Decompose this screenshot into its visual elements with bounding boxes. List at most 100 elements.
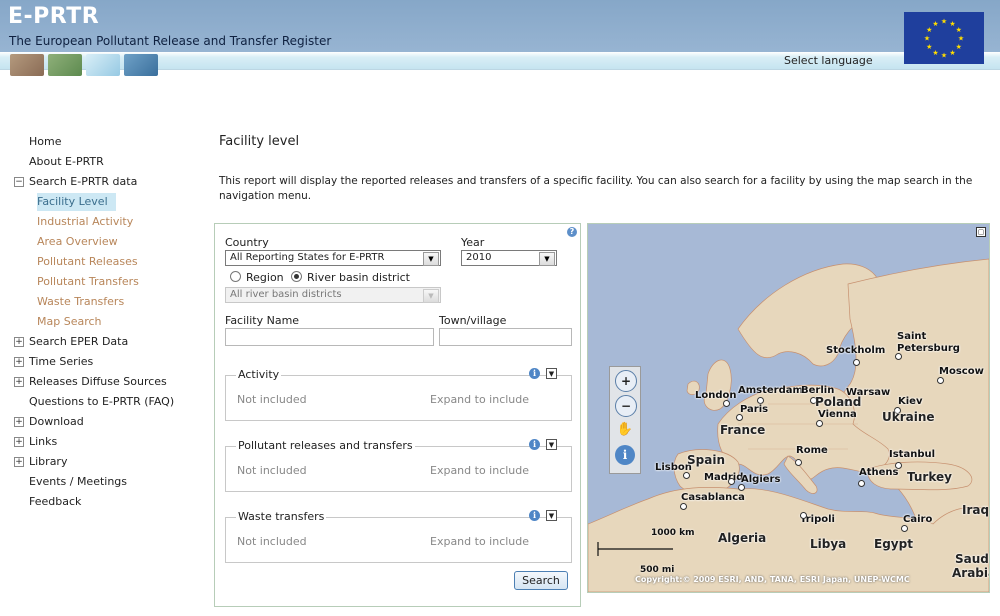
year-select[interactable]: 2010 ▼ — [461, 250, 557, 266]
river-basin-radio[interactable] — [291, 271, 302, 282]
zoom-out-icon[interactable]: − — [615, 395, 637, 417]
region-label: Region — [246, 271, 284, 284]
city-label: Paris — [740, 404, 769, 415]
info-icon[interactable]: i — [529, 510, 540, 521]
nav-about[interactable]: About E-PRTR — [14, 152, 174, 172]
river-basin-select[interactable]: All river basin districts ▼ — [225, 287, 441, 303]
info-icon[interactable]: i — [529, 368, 540, 379]
chevron-down-icon: ▼ — [539, 252, 555, 266]
air-tile-icon — [86, 54, 120, 76]
nav-label: Events / Meetings — [29, 475, 128, 488]
city-dot — [937, 377, 944, 384]
chevron-down-icon: ▼ — [423, 289, 439, 303]
nav-faq[interactable]: Questions to E-PRTR (FAQ) — [14, 392, 174, 412]
eu-star-icon: ★ — [958, 35, 964, 43]
collapse-icon[interactable]: − — [14, 177, 24, 187]
page-title: Facility level — [219, 134, 300, 149]
expand-icon[interactable]: + — [14, 337, 24, 347]
nav-sub-pollutant-releases[interactable]: Pollutant Releases — [14, 252, 174, 272]
country-label: Ukraine — [882, 410, 935, 424]
info-icon[interactable]: i — [529, 439, 540, 450]
expand-down-icon[interactable]: ▼ — [546, 368, 557, 379]
app-title[interactable]: E-PRTR — [8, 4, 99, 29]
town-input[interactable] — [439, 328, 572, 346]
expand-down-icon[interactable]: ▼ — [546, 439, 557, 450]
expand-icon[interactable]: + — [14, 457, 24, 467]
eu-star-icon: ★ — [941, 18, 947, 26]
country-label: Egypt — [874, 537, 913, 551]
eu-star-icon: ★ — [932, 49, 938, 57]
nav-feedback[interactable]: Feedback — [14, 492, 174, 512]
nav-search-eprtr-data[interactable]: − Search E-PRTR data — [14, 172, 174, 192]
nav-sub-facility-level[interactable]: Facility Level — [14, 192, 174, 212]
country-label: Arabia — [952, 566, 989, 580]
map-panel[interactable]: ▢ + − ✋ i Stockholm Saint Petersburg Mos… — [587, 223, 990, 593]
vegetation-tile-icon — [48, 54, 82, 76]
land-tile-icon — [10, 54, 44, 76]
nav-time-series[interactable]: + Time Series — [14, 352, 174, 372]
eu-star-icon: ★ — [949, 49, 955, 57]
search-form-panel: ? Country All Reporting States for E-PRT… — [214, 223, 581, 607]
nav-about-label: About E-PRTR — [29, 155, 104, 168]
region-radio[interactable] — [230, 271, 241, 282]
eu-star-icon: ★ — [956, 43, 962, 51]
eu-star-icon: ★ — [926, 43, 932, 51]
expand-icon[interactable]: + — [14, 357, 24, 367]
expand-down-icon[interactable]: ▼ — [546, 510, 557, 521]
nav-sub-waste-transfers[interactable]: Waste Transfers — [14, 292, 174, 312]
facility-name-input[interactable] — [225, 328, 434, 346]
pollutant-title: Pollutant releases and transfers — [236, 439, 415, 452]
nav-download[interactable]: + Download — [14, 412, 174, 432]
eu-star-icon: ★ — [932, 20, 938, 28]
nav-sub-industrial-activity[interactable]: Industrial Activity — [14, 212, 174, 232]
country-label: Algeria — [718, 531, 767, 545]
nav-events[interactable]: Events / Meetings — [14, 472, 174, 492]
nav-home[interactable]: Home — [14, 132, 174, 152]
pollutant-expand-link[interactable]: Expand to include — [430, 464, 529, 477]
europe-map[interactable] — [588, 224, 989, 592]
waste-expand-link[interactable]: Expand to include — [430, 535, 529, 548]
city-dot — [683, 472, 690, 479]
city-label: Istanbul — [889, 449, 936, 460]
nav-links[interactable]: + Links — [14, 432, 174, 452]
select-language-link[interactable]: Select language — [784, 54, 873, 67]
activity-expand-link[interactable]: Expand to include — [430, 393, 529, 406]
expand-icon[interactable]: + — [14, 437, 24, 447]
nav-sub-map-search[interactable]: Map Search — [14, 312, 174, 332]
city-dot — [895, 353, 902, 360]
eu-star-icon: ★ — [941, 52, 947, 60]
expand-icon[interactable]: + — [14, 417, 24, 427]
country-select[interactable]: All Reporting States for E-PRTR ▼ — [225, 250, 441, 266]
chevron-down-icon: ▼ — [423, 252, 439, 266]
city-label: Cairo — [903, 514, 933, 525]
city-label: Casablanca — [681, 492, 745, 503]
nav-library[interactable]: + Library — [14, 452, 174, 472]
scale-mi-label: 500 mi — [640, 565, 675, 575]
city-label: Saint — [897, 331, 927, 342]
nav-sub-label: Waste Transfers — [37, 295, 125, 308]
nav-sub-area-overview[interactable]: Area Overview — [14, 232, 174, 252]
nav-label: Questions to E-PRTR (FAQ) — [29, 395, 175, 408]
pan-hand-icon[interactable]: ✋ — [615, 420, 635, 440]
nav-label: Feedback — [29, 495, 82, 508]
waste-title: Waste transfers — [236, 510, 327, 523]
country-label: Iraq — [962, 503, 990, 517]
nav-sub-label: Pollutant Transfers — [37, 275, 139, 288]
nav-sub-pollutant-transfers[interactable]: Pollutant Transfers — [14, 272, 174, 292]
nav-diffuse-sources[interactable]: + Releases Diffuse Sources — [14, 372, 174, 392]
expand-icon[interactable]: + — [14, 377, 24, 387]
nav-sub-label: Map Search — [37, 315, 102, 328]
country-label: Spain — [687, 453, 725, 467]
nav-search-eper[interactable]: + Search EPER Data — [14, 332, 174, 352]
help-icon[interactable]: ? — [567, 227, 577, 237]
nav-sub-label: Area Overview — [37, 235, 118, 248]
nav-label: Download — [29, 415, 84, 428]
search-button[interactable]: Search — [514, 571, 568, 590]
year-select-value: 2010 — [466, 252, 492, 263]
maximize-icon[interactable]: ▢ — [976, 227, 986, 237]
city-label: Rome — [796, 445, 828, 456]
map-controls: + − ✋ i — [609, 366, 641, 474]
info-icon[interactable]: i — [615, 445, 635, 465]
app-subtitle: The European Pollutant Release and Trans… — [9, 34, 332, 48]
zoom-in-icon[interactable]: + — [615, 370, 637, 392]
